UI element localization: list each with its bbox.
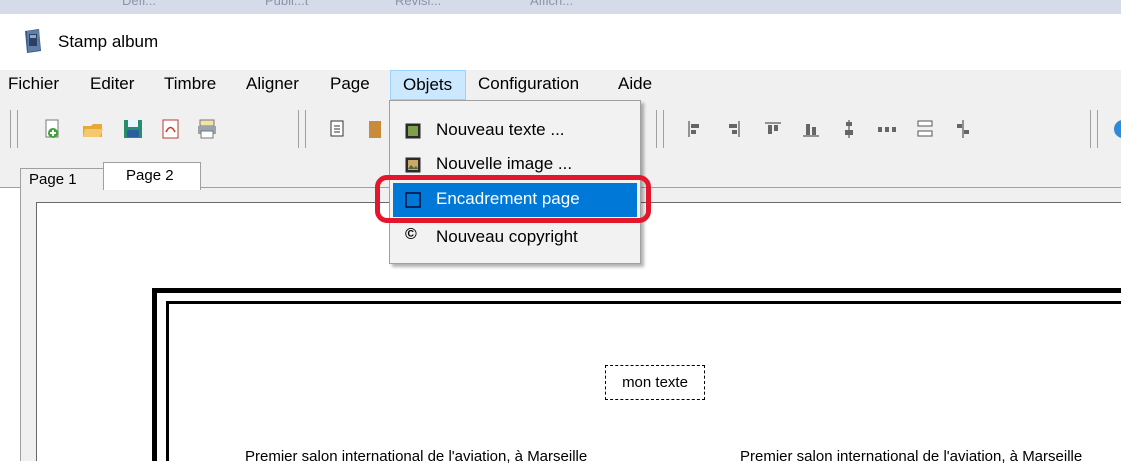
menu-page[interactable]: Page <box>330 74 370 94</box>
annotation-highlight-ring <box>375 175 651 223</box>
print-icon[interactable] <box>196 118 218 140</box>
strip-text: Défi... <box>122 0 156 8</box>
open-icon[interactable] <box>82 118 104 140</box>
align-top-icon[interactable] <box>762 118 784 140</box>
help-icon[interactable] <box>1112 118 1121 140</box>
distribute-horizontal-icon[interactable] <box>876 118 898 140</box>
menu-timbre[interactable]: Timbre <box>164 74 216 94</box>
toolbar-grip[interactable] <box>656 110 664 148</box>
title-bar: Stamp album <box>0 14 1121 70</box>
text-object[interactable]: mon texte <box>605 365 705 400</box>
toolbar-grip[interactable] <box>298 110 306 148</box>
distribute-vertical-icon[interactable] <box>914 118 936 140</box>
center-vertical-icon[interactable] <box>838 118 860 140</box>
pdf-icon[interactable] <box>160 118 182 140</box>
menu-objets-label: Objets <box>403 75 453 94</box>
menu-item-label: Nouveau copyright <box>436 227 578 246</box>
menu-aide[interactable]: Aide <box>618 74 652 94</box>
menu-editer[interactable]: Editer <box>90 74 134 94</box>
align-left-icon[interactable] <box>684 118 706 140</box>
tab-page-1[interactable]: Page 1 <box>20 168 104 189</box>
align-center-icon[interactable] <box>952 118 974 140</box>
menu-bar: Fichier Editer Timbre Aligner Page Objet… <box>0 70 1121 100</box>
align-right-icon[interactable] <box>722 118 744 140</box>
menu-fichier[interactable]: Fichier <box>8 74 59 94</box>
background-window-strip: Défi... Publi...t Révisi... Affich... <box>0 0 1121 14</box>
menu-item-label: Nouveau texte ... <box>436 120 565 139</box>
window-title: Stamp album <box>58 32 159 51</box>
menu-configuration[interactable]: Configuration <box>478 74 579 94</box>
stamp-caption: Premier salon international de l'aviatio… <box>245 448 588 465</box>
align-bottom-icon[interactable] <box>800 118 822 140</box>
strip-text: Affich... <box>530 0 574 8</box>
app-icon <box>25 29 41 53</box>
image-icon <box>405 157 421 173</box>
text-icon <box>405 123 421 139</box>
menu-item-label: Nouvelle image ... <box>436 154 573 173</box>
toolbar-grip[interactable] <box>1090 110 1098 148</box>
new-icon[interactable] <box>42 118 64 140</box>
menu-objets[interactable]: Objets <box>390 70 466 100</box>
copyright-icon: © <box>405 226 417 243</box>
tab-page-2[interactable]: Page 2 <box>103 162 201 190</box>
toolbar-grip[interactable] <box>10 110 18 148</box>
menu-item-nouveau-texte[interactable]: Nouveau texte ... <box>393 114 637 148</box>
stamp-caption: Premier salon international de l'aviatio… <box>740 448 1083 465</box>
strip-text: Publi...t <box>265 0 309 8</box>
menu-aligner[interactable]: Aligner <box>246 74 299 94</box>
menu-item-nouveau-copyright[interactable]: © Nouveau copyright <box>393 221 637 255</box>
save-icon[interactable] <box>122 118 144 140</box>
copy-icon[interactable] <box>328 118 350 140</box>
paste-icon[interactable] <box>366 118 388 140</box>
strip-text: Révisi... <box>395 0 442 8</box>
